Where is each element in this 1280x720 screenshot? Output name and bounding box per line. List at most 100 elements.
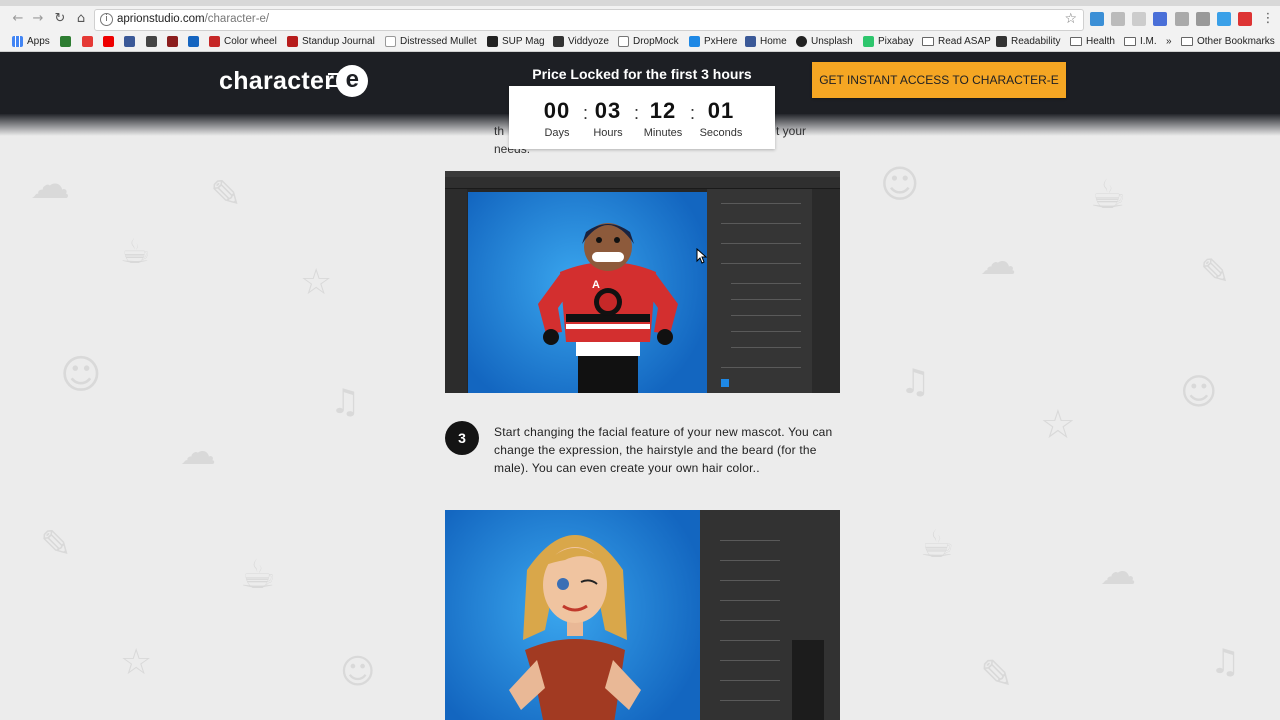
bookmark-pixabay[interactable]: Pixabay [863,33,914,50]
red-circle-icon [167,36,178,47]
bookmark-home[interactable]: Home [745,33,787,50]
speed-lines-icon [328,73,339,87]
character-e-logo[interactable]: character e [219,65,369,97]
sup-icon [487,36,498,47]
bookmark-viddyoze[interactable]: Viddyoze [553,33,609,50]
doodle-icon: ☺ [340,652,376,692]
bookmark-apps[interactable]: Apps [12,33,50,50]
bookmark-other[interactable]: Other Bookmarks [1181,33,1275,50]
readability-icon [996,36,1007,47]
bookmark-b-icon[interactable] [60,33,75,50]
forward-icon[interactable]: → [30,11,46,27]
doodle-icon: ✎ [40,522,72,566]
bookmark-standup-journal[interactable]: Standup Journal [287,33,375,50]
bookmark-health[interactable]: Health [1070,33,1115,50]
bookmark-star-icon[interactable]: ☆ [1064,11,1077,27]
dropmock-icon [618,36,629,47]
menu-icon[interactable]: ⋮ [1260,11,1276,27]
bookmark-label: PxHere [704,36,738,47]
bookmark-label: Distressed Mullet [400,36,477,47]
bookmarks-bar: Apps Color wheel Standup Journal Distres… [0,33,1280,50]
mullet-icon [385,36,396,47]
extension-icon-cast[interactable] [1217,12,1231,26]
bookmark-red-icon[interactable] [167,33,182,50]
bookmarks-overflow[interactable]: » [1166,33,1172,50]
step-description: Start changing the facial feature of you… [494,425,833,475]
bookmark-dropmock[interactable]: DropMock [618,33,679,50]
extension-icon-blue-square[interactable] [1153,12,1167,26]
bookmark-unsplash[interactable]: Unsplash [796,33,853,50]
extension-icon-camera[interactable] [1196,12,1210,26]
doodle-icon: ☕ [920,522,955,566]
layer-row [721,223,801,224]
g-icon [146,36,157,47]
bookmark-read-asap[interactable]: Read ASAP [922,33,991,50]
extension-icon-book[interactable] [1175,12,1189,26]
bookmark-label: Viddyoze [568,36,609,47]
camera-icon [796,36,807,47]
reload-icon[interactable]: ↻ [52,11,68,27]
pixabay-icon [863,36,874,47]
extension-icon-v[interactable] [1090,12,1104,26]
url-text: aprionstudio.com/character-e/ [117,13,269,25]
viddyoze-icon [553,36,564,47]
doodle-icon: ☁ [180,432,216,473]
bookmark-distressed-mullet[interactable]: Distressed Mullet [385,33,477,50]
doodle-icon: ✎ [1200,252,1231,293]
bookmark-label: Other Bookmarks [1197,36,1275,47]
layer-row [720,640,780,641]
doodle-icon: ☁ [30,162,70,208]
bookmark-label: SUP Mag [502,36,545,47]
doodle-icon: ✎ [980,652,1014,698]
home-icon[interactable]: ⌂ [73,11,89,27]
bookmark-label: Home [760,36,787,47]
logo-text: character [219,66,335,95]
folder-icon [1124,37,1136,46]
ps-layers-panel [707,189,812,393]
bookmark-label: Read ASAP [938,36,991,47]
countdown-value: 03 [594,98,622,123]
doodle-icon: ☺ [880,162,920,206]
price-locked-title: Price Locked for the first 3 hours [532,66,752,82]
folder-icon [1070,37,1082,46]
blonde-mascot-illustration [509,535,641,720]
step-number-badge: 3 [445,421,479,455]
layer-row [720,560,780,561]
bookmark-readability[interactable]: Readability [996,33,1060,50]
bookmark-facebook-icon[interactable] [124,33,139,50]
tab-strip [0,0,1280,6]
doodle-icon: ☁ [980,242,1016,283]
folder-icon [1181,37,1193,46]
countdown-timer: 00 Days : 03 Hours : 12 Minutes : 01 Seconds [509,86,775,149]
doodle-icon: ☆ [120,642,153,683]
bookmark-pxhere[interactable]: PxHere [689,33,737,50]
back-icon[interactable]: ← [10,11,26,27]
layer-row [720,620,780,621]
bookmark-gmail-icon[interactable] [82,33,97,50]
facebook-icon [745,36,756,47]
folder-icon [922,37,934,46]
chart-icon [188,36,199,47]
webpage: ☁ ☕ ✎ ☆ ☺ ☁ ♫ ✎ ☕ ☆ ☺ ☺ ☁ ☕ ✎ ♫ ☆ ☺ ☕ ☁ … [0,52,1280,720]
layer-row [721,203,801,204]
extension-icon-grey[interactable] [1132,12,1146,26]
bookmark-g-icon[interactable] [146,33,161,50]
color-wheel-icon [209,36,220,47]
doodle-icon: ☺ [1180,372,1218,413]
extension-icon-pocket[interactable] [1111,12,1125,26]
address-bar[interactable]: i aprionstudio.com/character-e/ ☆ [94,9,1084,31]
get-instant-access-button[interactable]: GET INSTANT ACCESS TO CHARACTER-E [812,62,1066,98]
doodle-icon: ✎ [210,172,242,216]
bookmark-im[interactable]: I.M. [1124,33,1157,50]
extension-icon-red[interactable] [1238,12,1252,26]
countdown-label: Minutes [643,127,683,139]
countdown-hours: 03 Hours [581,98,635,139]
bookmark-label: Pixabay [878,36,914,47]
ps-right-strip [812,189,840,393]
apps-grid-icon [12,36,23,47]
bookmark-sup-mag[interactable]: SUP Mag [487,33,545,50]
bookmark-chart-icon[interactable] [188,33,203,50]
info-icon[interactable]: i [100,13,113,26]
bookmark-color-wheel[interactable]: Color wheel [209,33,277,50]
bookmark-youtube-icon[interactable] [103,33,118,50]
